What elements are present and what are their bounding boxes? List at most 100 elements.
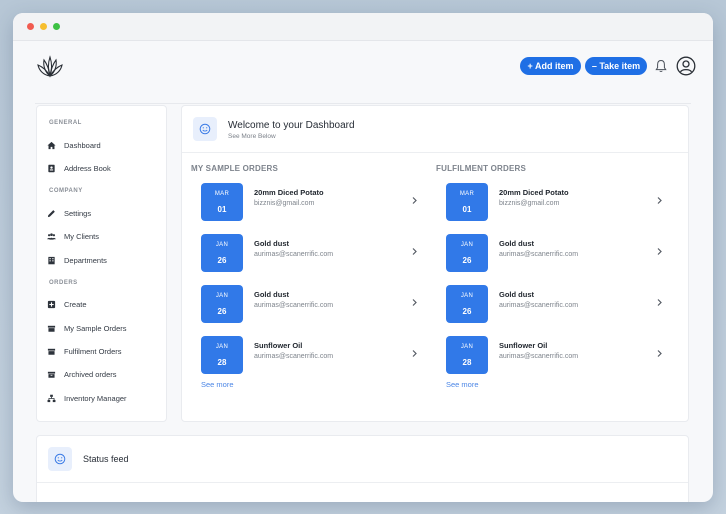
sidebar-item-address-book[interactable]: Address Book xyxy=(47,161,162,175)
order-email: aurimas@scanerrific.com xyxy=(254,251,334,258)
sidebar-item-my-sample-orders[interactable]: My Sample Orders xyxy=(47,321,162,335)
order-email: bizznis@gmail.com xyxy=(254,200,315,207)
smiley-icon xyxy=(48,447,72,471)
fulfilment-orders-see-more-link[interactable]: See more xyxy=(446,380,479,389)
fulfilment-order-item[interactable]: JAN 26 Gold dust aurimas@scanerrific.com xyxy=(446,285,674,325)
sidebar-item-label: Inventory Manager xyxy=(64,393,127,403)
fulfilment-order-item[interactable]: JAN 26 Gold dust aurimas@scanerrific.com xyxy=(446,234,674,274)
app-header: + Add item – Take item xyxy=(13,41,713,104)
date-badge: JAN 26 xyxy=(201,285,243,323)
box-icon xyxy=(47,325,56,332)
date-day: 28 xyxy=(217,358,227,367)
date-badge: JAN 26 xyxy=(446,285,488,323)
chevron-right-icon xyxy=(657,197,662,204)
window-titlebar xyxy=(13,13,713,41)
sidebar-item-label: My Clients xyxy=(64,231,100,241)
sidebar-item-settings[interactable]: Settings xyxy=(47,206,162,220)
fulfilment-order-item[interactable]: JAN 28 Sunflower Oil aurimas@scanerrific… xyxy=(446,336,674,376)
panel-divider xyxy=(182,152,688,153)
box-icon xyxy=(47,348,56,355)
sample-order-item[interactable]: JAN 26 Gold dust aurimas@scanerrific.com xyxy=(201,234,429,274)
sitemap-icon xyxy=(47,394,56,402)
status-feed-title: Status feed xyxy=(83,454,129,464)
order-name: Gold dust xyxy=(254,290,289,299)
sidebar-item-label: My Sample Orders xyxy=(64,323,127,333)
chevron-right-icon xyxy=(412,248,417,255)
users-icon xyxy=(47,232,56,240)
pencil-icon xyxy=(47,209,55,217)
sample-order-item[interactable]: JAN 26 Gold dust aurimas@scanerrific.com xyxy=(201,285,429,325)
sidebar-item-label: Address Book xyxy=(64,163,111,173)
sidebar-item-departments[interactable]: Departments xyxy=(47,253,162,267)
sidebar-item-dashboard[interactable]: Dashboard xyxy=(47,138,162,152)
date-badge: JAN 26 xyxy=(446,234,488,272)
order-email: bizznis@gmail.com xyxy=(499,200,560,207)
date-badge: MAR 01 xyxy=(446,183,488,221)
date-day: 01 xyxy=(217,205,227,214)
order-name: Gold dust xyxy=(499,290,534,299)
date-day: 26 xyxy=(217,256,227,265)
minimize-window-button[interactable] xyxy=(40,23,47,30)
order-email: aurimas@scanerrific.com xyxy=(254,302,334,309)
sample-order-item[interactable]: JAN 28 Sunflower Oil aurimas@scanerrific… xyxy=(201,336,429,376)
welcome-title: Welcome to your Dashboard xyxy=(228,120,355,131)
date-badge: MAR 01 xyxy=(201,183,243,221)
sidebar-item-fulfilment-orders[interactable]: Fulfilment Orders xyxy=(47,344,162,358)
order-email: aurimas@scanerrific.com xyxy=(499,353,579,360)
sidebar-section-orders: ORDERS xyxy=(49,280,78,286)
sample-orders-see-more-link[interactable]: See more xyxy=(201,380,234,389)
order-email: aurimas@scanerrific.com xyxy=(499,251,579,258)
user-avatar-icon[interactable] xyxy=(676,56,696,76)
chevron-right-icon xyxy=(412,350,417,357)
lotus-logo-icon[interactable] xyxy=(35,54,65,80)
sidebar: GENERAL Dashboard Address Book COMPANY S… xyxy=(36,105,167,422)
date-month: JAN xyxy=(215,293,229,299)
address-book-icon xyxy=(48,164,55,172)
order-name: Sunflower Oil xyxy=(254,341,303,350)
sidebar-item-my-clients[interactable]: My Clients xyxy=(47,229,162,243)
browser-window: + Add item – Take item GENERAL Dashboard… xyxy=(13,13,713,502)
take-item-button[interactable]: – Take item xyxy=(585,57,647,75)
maximize-window-button[interactable] xyxy=(53,23,60,30)
plus-square-icon xyxy=(47,300,56,308)
add-item-button[interactable]: + Add item xyxy=(520,57,581,75)
date-month: JAN xyxy=(460,344,474,350)
chevron-right-icon xyxy=(657,248,662,255)
order-name: 20mm Diced Potato xyxy=(254,188,324,197)
date-day: 01 xyxy=(462,205,472,214)
chevron-right-icon xyxy=(412,299,417,306)
order-email: aurimas@scanerrific.com xyxy=(499,302,579,309)
sidebar-section-general: GENERAL xyxy=(49,120,82,126)
date-month: JAN xyxy=(215,344,229,350)
close-window-button[interactable] xyxy=(27,23,34,30)
sidebar-item-inventory-manager[interactable]: Inventory Manager xyxy=(47,391,162,405)
order-email: aurimas@scanerrific.com xyxy=(254,353,334,360)
date-badge: JAN 26 xyxy=(201,234,243,272)
date-day: 28 xyxy=(462,358,472,367)
chevron-right-icon xyxy=(657,350,662,357)
date-month: MAR xyxy=(459,191,475,197)
sidebar-item-label: Create xyxy=(64,299,87,309)
date-month: JAN xyxy=(215,242,229,248)
sidebar-item-label: Dashboard xyxy=(64,140,101,150)
date-month: JAN xyxy=(460,293,474,299)
dashboard-panel: Welcome to your Dashboard See More Below… xyxy=(181,105,689,422)
order-name: 20mm Diced Potato xyxy=(499,188,569,197)
header-divider xyxy=(35,103,691,104)
sidebar-item-create[interactable]: Create xyxy=(47,297,162,311)
archive-icon xyxy=(47,371,56,378)
sidebar-item-archived-orders[interactable]: Archived orders xyxy=(47,367,162,381)
bell-icon[interactable] xyxy=(655,59,667,73)
date-month: JAN xyxy=(460,242,474,248)
status-feed-panel: Status feed xyxy=(36,435,689,502)
chevron-right-icon xyxy=(657,299,662,306)
order-name: Gold dust xyxy=(499,239,534,248)
status-feed-divider xyxy=(37,482,688,483)
building-icon xyxy=(48,256,55,264)
date-day: 26 xyxy=(462,256,472,265)
sidebar-item-label: Archived orders xyxy=(64,369,117,379)
date-month: MAR xyxy=(214,191,230,197)
date-badge: JAN 28 xyxy=(446,336,488,374)
sample-order-item[interactable]: MAR 01 20mm Diced Potato bizznis@gmail.c… xyxy=(201,183,429,223)
fulfilment-order-item[interactable]: MAR 01 20mm Diced Potato bizznis@gmail.c… xyxy=(446,183,674,223)
